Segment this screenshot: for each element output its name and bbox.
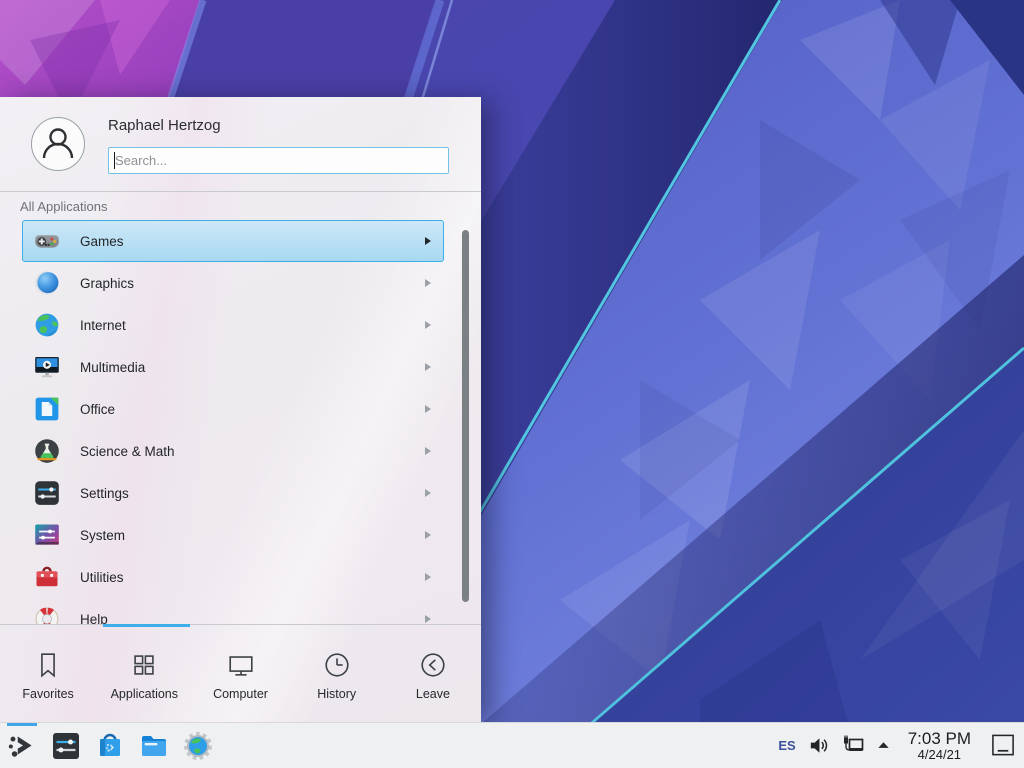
digital-clock[interactable]: 7:03 PM 4/24/21: [908, 730, 971, 761]
category-row-games[interactable]: Games: [22, 220, 444, 262]
show-desktop-button[interactable]: [988, 727, 1018, 765]
user-silhouette-icon: [36, 122, 80, 166]
globe-icon: [33, 311, 61, 339]
grid-icon: [129, 650, 159, 680]
taskbar: ES 7:03 PM 4/24/21: [0, 722, 1024, 768]
clock-time: 7:03 PM: [908, 730, 971, 748]
taskbar-app-launcher-button[interactable]: [0, 723, 44, 768]
scrollbar-thumb[interactable]: [462, 230, 469, 602]
computer-icon: [226, 650, 256, 680]
category-label: Settings: [80, 486, 129, 501]
category-label: Science & Math: [80, 444, 175, 459]
submenu-arrow-icon: [425, 363, 431, 371]
tab-label: Favorites: [22, 687, 73, 701]
network-wired-icon[interactable]: [841, 734, 865, 758]
sliders-icon: [33, 479, 61, 507]
volume-icon[interactable]: [807, 734, 830, 757]
category-label: Games: [80, 234, 124, 249]
submenu-arrow-icon: [425, 531, 431, 539]
submenu-arrow-icon: [425, 321, 431, 329]
active-tab-indicator: [103, 624, 190, 627]
footer-separator: [0, 624, 481, 625]
user-name: Raphael Hertzog: [108, 117, 221, 134]
document-icon: [33, 395, 61, 423]
desktop: Raphael Hertzog All Applications: [0, 0, 1024, 768]
submenu-arrow-icon: [425, 447, 431, 455]
system-tray: ES 7:03 PM 4/24/21: [778, 727, 1024, 765]
category-row-help[interactable]: Help: [22, 598, 444, 624]
category-label: Graphics: [80, 276, 134, 291]
gamepad-icon: [33, 227, 61, 255]
keyboard-layout-indicator[interactable]: ES: [778, 738, 795, 753]
submenu-arrow-icon: [425, 615, 431, 623]
header-separator: [0, 191, 481, 192]
settings-sliders-icon: [50, 730, 82, 762]
expand-tray-arrow-icon[interactable]: [876, 738, 891, 753]
globe-gear-icon: [182, 730, 214, 762]
application-launcher-menu: Raphael Hertzog All Applications: [0, 97, 481, 722]
tab-computer[interactable]: Computer: [192, 628, 288, 722]
taskbar-discover-button[interactable]: [88, 723, 132, 768]
submenu-arrow-icon: [425, 489, 431, 497]
show-desktop-icon: [990, 733, 1017, 758]
monitor-play-icon: [33, 353, 61, 381]
toolbox-icon: [33, 563, 61, 591]
folder-icon: [138, 730, 170, 762]
list-scrollbar: [462, 230, 469, 602]
sphere-icon: [33, 269, 61, 297]
tab-label: Leave: [416, 687, 450, 701]
category-label: Internet: [80, 318, 126, 333]
clock-icon: [322, 650, 352, 680]
category-row-office[interactable]: Office: [22, 388, 444, 430]
clock-date: 4/24/21: [918, 748, 961, 762]
tab-label: Applications: [111, 687, 178, 701]
category-label: Office: [80, 402, 115, 417]
tab-applications[interactable]: Applications: [96, 628, 192, 722]
category-row-settings[interactable]: Settings: [22, 472, 444, 514]
taskbar-file-manager-button[interactable]: [132, 723, 176, 768]
tab-favorites[interactable]: Favorites: [0, 628, 96, 722]
bookmark-icon: [33, 650, 63, 680]
tab-label: Computer: [213, 687, 268, 701]
taskbar-web-browser-button[interactable]: [176, 723, 220, 768]
system-screen-icon: [33, 521, 61, 549]
category-row-graphics[interactable]: Graphics: [22, 262, 444, 304]
search-input[interactable]: [115, 148, 448, 173]
category-label: Multimedia: [80, 360, 145, 375]
submenu-arrow-icon: [425, 405, 431, 413]
category-label: System: [80, 528, 125, 543]
taskbar-system-settings-button[interactable]: [44, 723, 88, 768]
category-list: Games Graphics: [22, 220, 444, 624]
flask-icon: [33, 437, 61, 465]
tab-label: History: [317, 687, 356, 701]
category-row-utilities[interactable]: Utilities: [22, 556, 444, 598]
submenu-arrow-icon: [425, 279, 431, 287]
launcher-tab-bar: Favorites Applications Computer: [0, 628, 481, 722]
category-row-system[interactable]: System: [22, 514, 444, 556]
category-row-internet[interactable]: Internet: [22, 304, 444, 346]
lifebuoy-icon: [33, 605, 61, 624]
tab-history[interactable]: History: [289, 628, 385, 722]
kde-start-icon: [5, 729, 39, 763]
category-label: Help: [80, 612, 108, 625]
tab-leave[interactable]: Leave: [385, 628, 481, 722]
section-label: All Applications: [20, 199, 107, 214]
search-box: [108, 147, 449, 174]
shopping-bag-icon: [94, 730, 126, 762]
active-task-indicator: [7, 723, 37, 726]
category-label: Utilities: [80, 570, 124, 585]
submenu-arrow-icon: [425, 237, 431, 245]
user-avatar[interactable]: [31, 117, 85, 171]
submenu-arrow-icon: [425, 573, 431, 581]
category-row-multimedia[interactable]: Multimedia: [22, 346, 444, 388]
category-row-science-math[interactable]: Science & Math: [22, 430, 444, 472]
leave-icon: [418, 650, 448, 680]
